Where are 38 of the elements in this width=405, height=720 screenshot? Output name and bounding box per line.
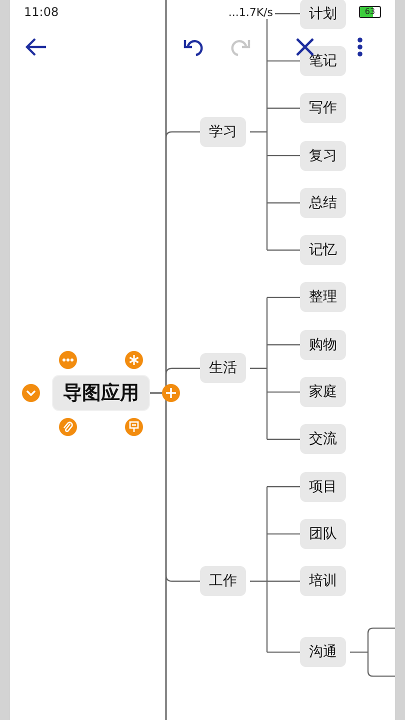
leaf-node[interactable]: 总结 — [300, 188, 346, 218]
leaf-node[interactable]: 记忆 — [300, 235, 346, 266]
undo-icon — [183, 37, 203, 57]
leaf-node[interactable]: 复习 — [300, 140, 346, 171]
node-action-button[interactable] — [162, 384, 180, 402]
chevron-down-icon — [26, 390, 36, 396]
node-action-button[interactable] — [125, 418, 143, 436]
back-arrow-icon — [25, 37, 47, 57]
connector-line — [165, 131, 200, 138]
leaf-node[interactable]: 培训 — [300, 566, 346, 596]
more-horizontal-icon — [62, 358, 74, 362]
root-node[interactable]: 导图应用 — [53, 376, 149, 410]
node-action-button[interactable] — [125, 351, 143, 369]
connector-line — [165, 575, 200, 582]
leaf-node[interactable]: 计划 — [300, 0, 346, 29]
more-vertical-icon — [357, 37, 363, 57]
plus-icon — [165, 387, 177, 399]
leaf-node[interactable]: 家庭 — [300, 377, 346, 408]
asterisk-icon — [128, 354, 140, 366]
node-action-button[interactable] — [59, 418, 77, 436]
paperclip-icon — [63, 421, 73, 433]
branch-node[interactable]: 学习 — [200, 116, 246, 147]
branch-node[interactable]: 工作 — [200, 566, 246, 596]
leaf-node[interactable]: 购物 — [300, 330, 346, 360]
leaf-node[interactable]: 沟通 — [300, 637, 346, 668]
leaf-node[interactable]: 团队 — [300, 518, 346, 549]
node-action-button[interactable] — [22, 384, 40, 402]
leaf-node[interactable]: 交流 — [300, 424, 346, 454]
leaf-node[interactable]: 整理 — [300, 282, 346, 312]
leaf-node[interactable]: 笔记 — [300, 46, 346, 76]
redo-icon — [231, 37, 251, 57]
status-time: 11:08 — [24, 5, 59, 19]
signpost-icon — [129, 421, 139, 433]
leaf-node[interactable]: 项目 — [300, 472, 346, 502]
leaf-node[interactable]: 写作 — [300, 93, 346, 124]
branch-node[interactable]: 生活 — [200, 353, 246, 384]
node-action-button[interactable] — [59, 351, 77, 369]
connector-line — [165, 368, 200, 374]
